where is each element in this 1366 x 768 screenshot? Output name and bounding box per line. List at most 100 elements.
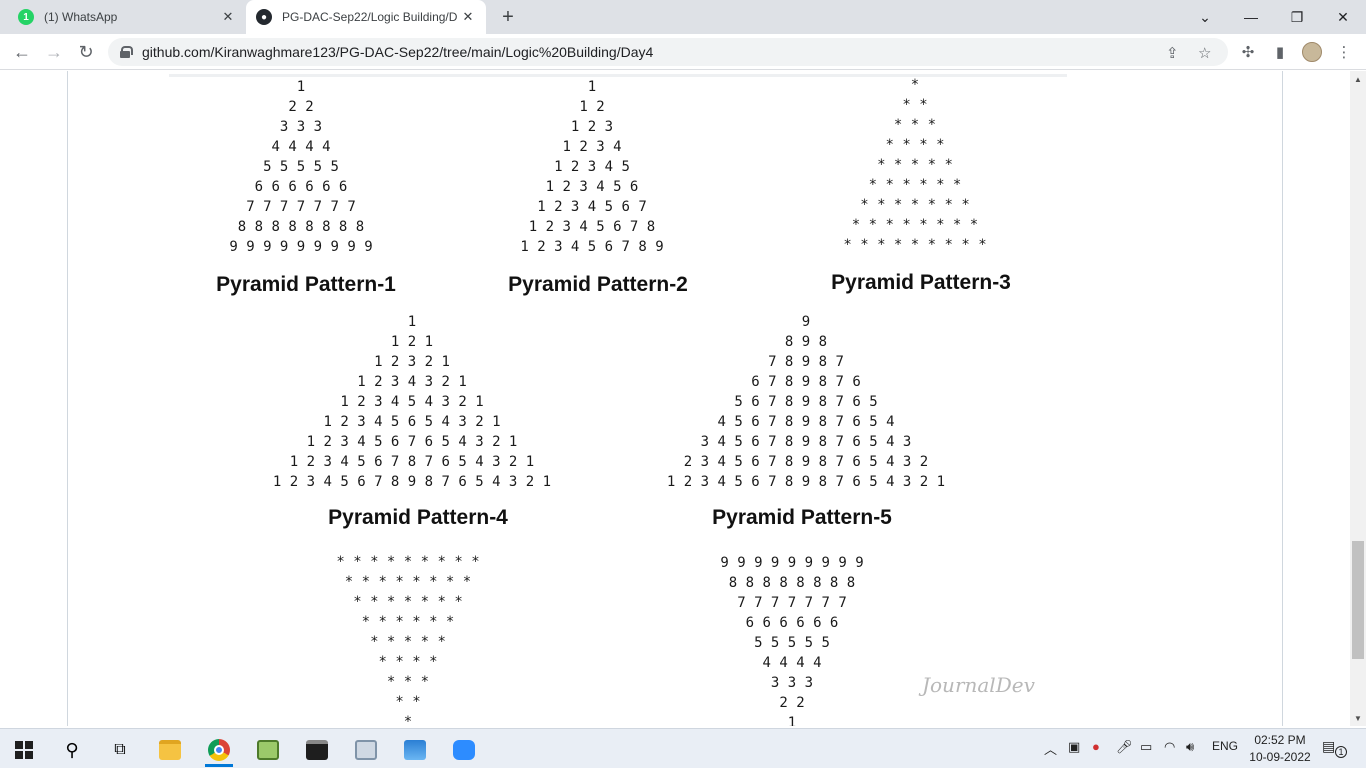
file-explorer-icon[interactable] — [150, 733, 190, 767]
pattern-line: 2 3 4 5 6 7 8 9 8 7 6 5 4 3 2 — [683, 454, 929, 470]
image-viewer-icon[interactable] — [346, 733, 386, 767]
scroll-up-arrow-icon[interactable]: ▲ — [1350, 71, 1366, 87]
wifi-icon[interactable]: ◠ — [1164, 739, 1175, 755]
zoom-icon[interactable] — [444, 733, 484, 767]
pattern-line: 1 2 3 4 5 6 5 4 3 2 1 — [323, 414, 501, 430]
pattern-line: 1 — [787, 715, 797, 726]
pattern-line: 8 8 8 8 8 8 8 8 — [728, 575, 856, 591]
extensions-icon[interactable]: ✣ — [1238, 42, 1258, 62]
clock-time: 02:52 PM — [1254, 733, 1306, 747]
scroll-down-arrow-icon[interactable]: ▼ — [1350, 710, 1366, 726]
chrome-icon[interactable] — [199, 733, 239, 767]
pattern-title: Pyramid Pattern-4 — [328, 506, 508, 529]
reload-button[interactable]: ↻ — [74, 40, 98, 64]
pattern-line: 1 2 — [579, 99, 605, 115]
pattern-title: Pyramid Pattern-5 — [712, 506, 892, 529]
pattern-line: 5 5 5 5 5 — [263, 159, 339, 175]
pattern-line: 3 3 3 — [770, 675, 814, 691]
pattern-line: * * * * * * * — [860, 197, 970, 213]
pattern-line: 7 7 7 7 7 7 7 — [246, 199, 356, 215]
pattern-title: Pyramid Pattern-3 — [831, 271, 1011, 294]
pattern-line: 8 8 8 8 8 8 8 8 — [237, 219, 365, 235]
search-icon[interactable]: ⚲ — [52, 733, 92, 767]
minimize-button[interactable]: — — [1228, 0, 1274, 34]
pattern-line: 6 6 6 6 6 6 — [254, 179, 348, 195]
terminal-icon[interactable] — [297, 733, 337, 767]
address-bar[interactable]: github.com/Kiranwaghmare123/PG-DAC-Sep22… — [108, 38, 1228, 66]
device-icon[interactable]: ▣ — [1068, 739, 1080, 755]
content-border-right — [1282, 71, 1283, 726]
pattern-line: * * * * — [885, 137, 945, 153]
pattern-line: * * * * * * * * — [851, 217, 979, 233]
pattern-line: 1 2 3 4 5 6 7 8 9 8 7 6 5 4 3 2 1 — [272, 474, 552, 490]
page-scrollbar[interactable]: ▲ ▼ — [1350, 71, 1366, 726]
microphone-icon[interactable]: 🎤︎ — [1116, 739, 1133, 755]
pattern-line: 1 2 3 4 5 6 7 8 — [528, 219, 656, 235]
watermark-logo: JournalDev — [922, 673, 1035, 697]
pattern-line: * * * * * — [877, 157, 953, 173]
pattern-line: * * * * — [378, 654, 438, 670]
pattern-line: * * — [395, 694, 421, 710]
pattern-line: 4 4 4 4 — [271, 139, 331, 155]
pattern-line: 5 6 7 8 9 8 7 6 5 — [734, 394, 878, 410]
pattern-line: 1 2 3 2 1 — [374, 354, 450, 370]
notepad-icon[interactable] — [248, 733, 288, 767]
close-window-button[interactable]: ✕ — [1320, 0, 1366, 34]
share-icon[interactable]: ⇪ — [1166, 44, 1179, 62]
notification-icon[interactable]: ▤ 1 — [1322, 738, 1347, 760]
pattern-line: 1 2 3 4 3 2 1 — [357, 374, 467, 390]
pattern-line: 8 9 8 — [784, 334, 828, 350]
url-text: github.com/Kiranwaghmare123/PG-DAC-Sep22… — [142, 44, 654, 60]
side-panel-icon[interactable]: ▮ — [1270, 42, 1290, 62]
pattern-line: 6 6 6 6 6 6 — [745, 615, 839, 631]
pattern-line: 3 4 5 6 7 8 9 8 7 6 5 4 3 — [700, 434, 912, 450]
back-button[interactable]: ← — [10, 40, 34, 64]
pattern-line: 9 — [801, 314, 811, 330]
close-icon[interactable]: ✕ — [220, 9, 236, 25]
pattern-line: * * — [902, 97, 928, 113]
notification-count: 1 — [1335, 746, 1347, 758]
tab-search-button[interactable]: ⌄ — [1182, 0, 1228, 34]
menu-icon[interactable]: ⋮ — [1334, 42, 1354, 62]
security-icon[interactable]: ● — [1092, 739, 1100, 754]
volume-icon[interactable]: 🔊︎ — [1186, 739, 1194, 755]
profile-avatar[interactable] — [1302, 42, 1322, 62]
pattern-line: * * * * * * * — [353, 594, 463, 610]
pattern-line: 1 2 3 4 5 4 3 2 1 — [340, 394, 484, 410]
pattern-line: 1 2 1 — [390, 334, 434, 350]
restore-button[interactable]: ❐ — [1274, 0, 1320, 34]
start-icon[interactable] — [4, 733, 44, 767]
language-indicator[interactable]: ENG — [1212, 739, 1238, 753]
system-clock[interactable]: 02:52 PM 10-09-2022 — [1240, 732, 1320, 766]
chevron-up-icon[interactable]: ︿ — [1044, 739, 1057, 758]
pattern-line: 1 — [587, 79, 597, 95]
lock-icon — [120, 46, 133, 58]
tab-whatsapp[interactable]: 1 (1) WhatsApp ✕ — [8, 0, 246, 34]
pattern-line: 1 2 3 4 5 6 7 — [537, 199, 647, 215]
pattern-line: 6 7 8 9 8 7 6 — [751, 374, 861, 390]
close-icon[interactable]: ✕ — [460, 9, 476, 25]
browser-toolbar: ← → ↻ github.com/Kiranwaghmare123/PG-DAC… — [0, 34, 1366, 70]
pattern-line: 2 2 — [779, 695, 805, 711]
pattern-line: 1 — [407, 314, 417, 330]
tab-title: PG-DAC-Sep22/Logic Building/D — [282, 10, 458, 24]
task-view-icon[interactable]: ⧉ — [100, 733, 140, 767]
pattern-line: * — [910, 77, 920, 93]
pattern-line: 1 2 3 4 — [562, 139, 622, 155]
photos-icon[interactable] — [395, 733, 435, 767]
pattern-line: * * * * * * — [361, 614, 455, 630]
bookmark-star-icon[interactable]: ☆ — [1198, 44, 1211, 62]
scrollbar-thumb[interactable] — [1352, 541, 1364, 659]
content-border-left — [67, 71, 68, 726]
github-icon: ● — [256, 9, 272, 25]
pattern-line: 5 5 5 5 5 — [754, 635, 830, 651]
pattern-line: 3 3 3 — [279, 119, 323, 135]
pattern-line: 4 5 6 7 8 9 8 7 6 5 4 — [717, 414, 895, 430]
new-tab-button[interactable]: + — [496, 5, 520, 29]
battery-icon[interactable]: ▭ — [1140, 739, 1152, 755]
pattern-line: 1 2 3 4 5 — [554, 159, 630, 175]
tab-github[interactable]: ● PG-DAC-Sep22/Logic Building/D ✕ — [246, 0, 486, 34]
forward-button[interactable]: → — [42, 40, 66, 64]
pattern-line: * — [403, 714, 413, 726]
pattern-title: Pyramid Pattern-1 — [216, 273, 396, 296]
